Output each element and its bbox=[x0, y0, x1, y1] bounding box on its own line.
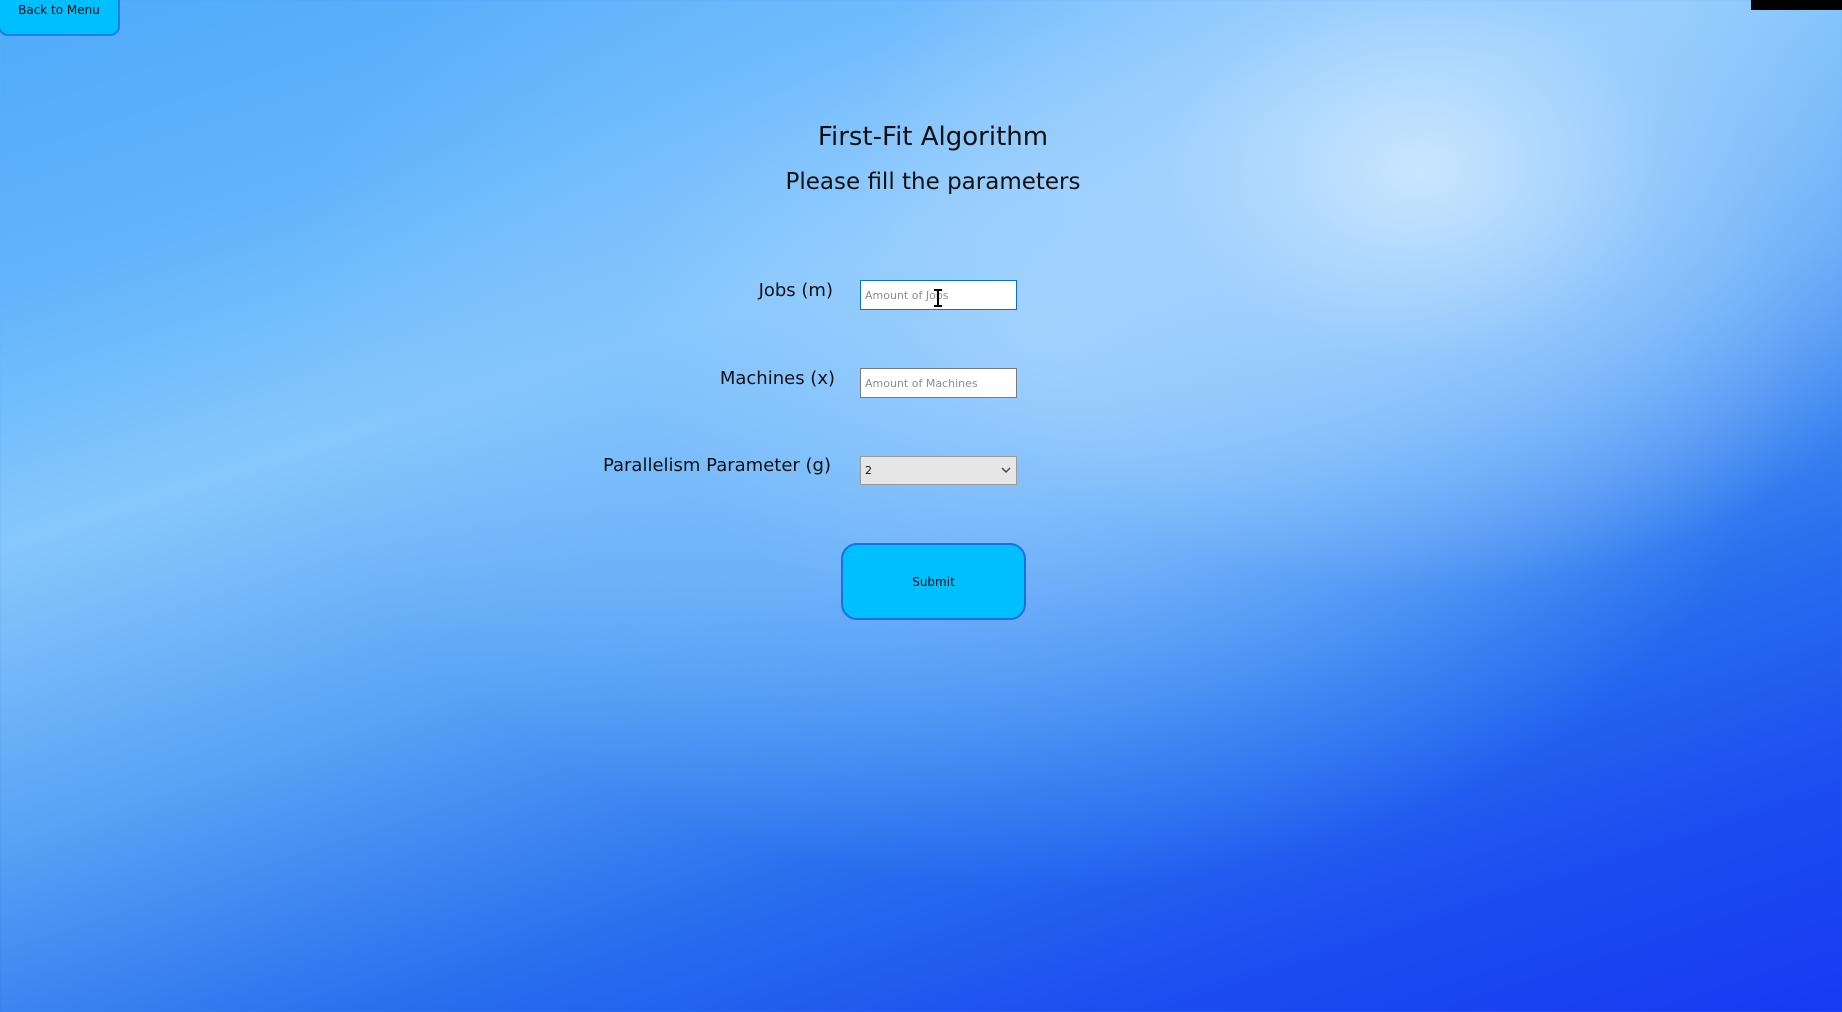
machines-label: Machines (x) bbox=[719, 368, 835, 389]
machines-input[interactable] bbox=[860, 368, 1017, 398]
window-corner-bar bbox=[1751, 0, 1842, 10]
parallelism-select[interactable]: 2 bbox=[860, 456, 1017, 485]
chevron-down-icon bbox=[1001, 467, 1011, 473]
page-subtitle: Please fill the parameters bbox=[785, 169, 1081, 195]
submit-button[interactable]: Submit bbox=[841, 543, 1026, 620]
parallelism-selected-value: 2 bbox=[865, 464, 872, 477]
parallelism-label: Parallelism Parameter (g) bbox=[602, 455, 831, 476]
submit-label: Submit bbox=[912, 574, 955, 589]
page-title: First-Fit Algorithm bbox=[817, 122, 1049, 152]
jobs-label: Jobs (m) bbox=[758, 280, 833, 301]
back-to-menu-button[interactable]: Back to Menu bbox=[0, 0, 120, 36]
back-to-menu-label: Back to Menu bbox=[18, 3, 100, 17]
text-cursor-icon bbox=[934, 289, 942, 307]
